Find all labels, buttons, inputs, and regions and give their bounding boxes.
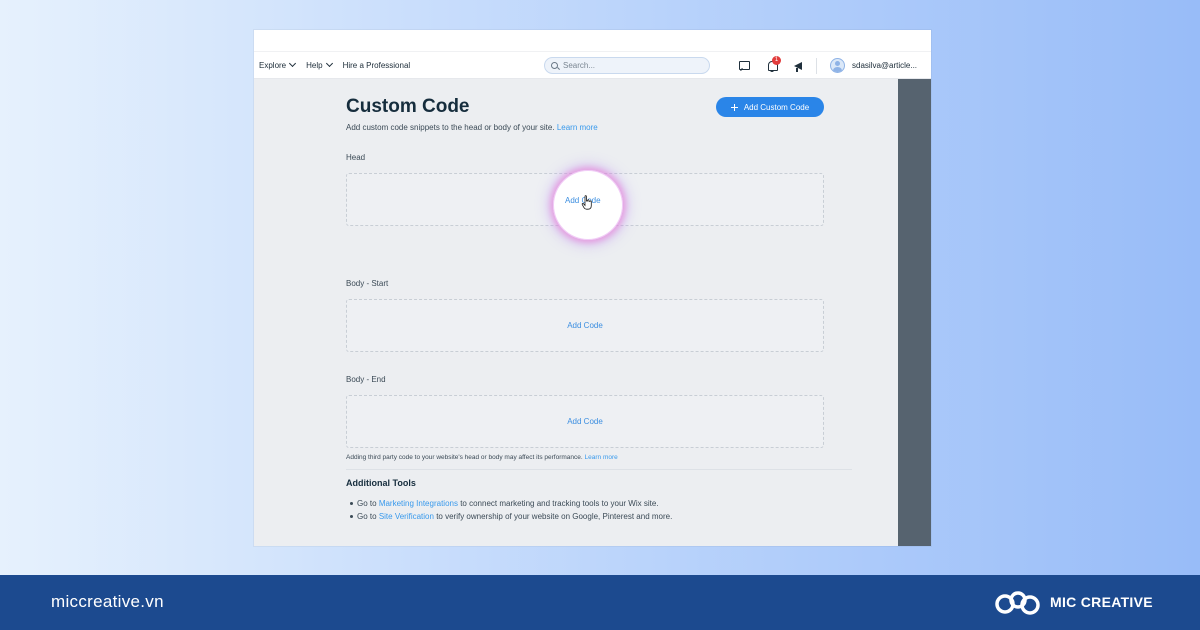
- add-custom-code-button[interactable]: Add Custom Code: [716, 97, 824, 117]
- page-title: Custom Code: [346, 96, 470, 117]
- nav-hire-professional[interactable]: Hire a Professional: [343, 61, 411, 70]
- brand-logo-icon: [995, 591, 1040, 615]
- additional-tools-title: Additional Tools: [346, 478, 416, 488]
- tool-item-suffix: to verify ownership of your website on G…: [436, 512, 673, 521]
- body-start-add-code-link[interactable]: Add Code: [567, 321, 603, 330]
- nav-explore-label: Explore: [259, 60, 287, 70]
- performance-note-text: Adding third party code to your website'…: [346, 454, 583, 461]
- footer-url[interactable]: miccreative.vn: [51, 592, 164, 612]
- brand-name: MIC CREATIVE: [1050, 594, 1153, 610]
- site-verification-link[interactable]: Site Verification: [379, 512, 434, 521]
- note-learn-more-link[interactable]: Learn more: [585, 454, 618, 461]
- chevron-down-icon: [289, 59, 297, 68]
- page-description: Add custom code snippets to the head or …: [346, 123, 598, 132]
- search-icon: [551, 62, 558, 69]
- page-description-text: Add custom code snippets to the head or …: [346, 123, 555, 132]
- nav-help[interactable]: Help: [306, 59, 333, 70]
- notification-badge: 1: [772, 56, 781, 65]
- body-start-code-box[interactable]: Add Code: [346, 299, 824, 352]
- screenshot-frame: Explore Help Hire a Professional 1 sdasi…: [254, 30, 931, 546]
- add-custom-code-label: Add Custom Code: [743, 102, 810, 112]
- section-divider: [346, 469, 852, 470]
- plus-icon: [730, 103, 738, 111]
- nav-explore[interactable]: Explore: [259, 59, 297, 70]
- nav-help-label: Help: [306, 60, 323, 70]
- tool-item-suffix: to connect marketing and tracking tools …: [460, 499, 659, 508]
- performance-note: Adding third party code to your website'…: [346, 454, 618, 461]
- tool-item-marketing: Go to Marketing Integrations to connect …: [350, 499, 659, 508]
- body-end-code-box[interactable]: Add Code: [346, 395, 824, 448]
- nav-hire-label: Hire a Professional: [342, 60, 411, 70]
- footer-banner: miccreative.vn MIC CREATIVE: [0, 575, 1200, 630]
- avatar[interactable]: [830, 58, 845, 73]
- user-email[interactable]: sdasilva@article...: [852, 61, 917, 70]
- right-side-panel: [898, 79, 931, 546]
- body-end-add-code-link[interactable]: Add Code: [567, 417, 603, 426]
- tool-item-prefix: Go to: [357, 512, 377, 521]
- search-bar[interactable]: [544, 57, 710, 74]
- megaphone-icon[interactable]: [792, 59, 806, 72]
- marketing-integrations-link[interactable]: Marketing Integrations: [379, 499, 458, 508]
- main-content: Custom Code Add custom code snippets to …: [254, 79, 898, 546]
- tool-item-prefix: Go to: [357, 499, 377, 508]
- section-label-body-start: Body - Start: [346, 279, 389, 288]
- hand-cursor-icon: [581, 195, 592, 210]
- nav-divider: [816, 58, 817, 74]
- top-navbar: Explore Help Hire a Professional 1 sdasi…: [254, 52, 931, 79]
- section-label-body-end: Body - End: [346, 375, 386, 384]
- browser-top-strip: [254, 30, 931, 52]
- tool-item-verification: Go to Site Verification to verify owners…: [349, 512, 673, 521]
- search-input[interactable]: [563, 61, 703, 70]
- chevron-down-icon: [325, 59, 333, 68]
- section-label-head: Head: [346, 153, 366, 162]
- chat-icon[interactable]: [737, 59, 751, 72]
- learn-more-link[interactable]: Learn more: [557, 123, 598, 132]
